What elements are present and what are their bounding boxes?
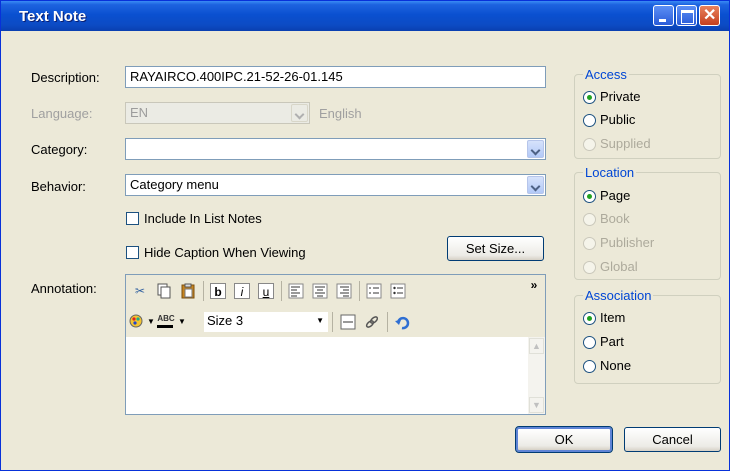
paste-icon[interactable] bbox=[180, 283, 196, 299]
text-note-dialog: Text Note ✕ Description: RAYAIRCO.400IPC… bbox=[0, 0, 730, 471]
minimize-button[interactable] bbox=[653, 5, 674, 26]
highlight-color-bar bbox=[157, 325, 173, 328]
scroll-down-icon[interactable]: ▼ bbox=[529, 397, 544, 413]
undo-icon[interactable] bbox=[394, 314, 410, 330]
annotation-scrollbar[interactable]: ▲ ▼ bbox=[528, 337, 545, 414]
category-select[interactable] bbox=[125, 138, 546, 160]
language-dropdown-button[interactable] bbox=[291, 104, 308, 122]
italic-icon[interactable]: i bbox=[234, 283, 250, 299]
radio-selected-icon[interactable] bbox=[583, 312, 596, 325]
horizontal-rule-icon[interactable] bbox=[340, 314, 356, 330]
behavior-dropdown-button[interactable] bbox=[527, 176, 544, 194]
text-color-icon[interactable] bbox=[128, 313, 144, 329]
set-size-button[interactable]: Set Size... bbox=[447, 236, 544, 261]
toolbar-separator bbox=[359, 281, 360, 301]
chevron-down-icon: ▼ bbox=[316, 316, 324, 325]
location-group-title: Location bbox=[583, 165, 637, 180]
location-page-label: Page bbox=[600, 188, 631, 203]
location-global-label: Global bbox=[600, 259, 638, 274]
location-group: Location Page Book Publisher Global bbox=[574, 165, 721, 280]
underline-icon[interactable]: u bbox=[258, 283, 274, 299]
language-label: Language: bbox=[31, 106, 93, 121]
description-label: Description: bbox=[31, 70, 100, 85]
radio-icon[interactable] bbox=[583, 360, 596, 373]
radio-icon[interactable] bbox=[583, 336, 596, 349]
behavior-value: Category menu bbox=[130, 177, 219, 192]
behavior-label: Behavior: bbox=[31, 179, 86, 194]
numbered-list-icon[interactable] bbox=[366, 283, 382, 299]
category-label: Category: bbox=[31, 142, 88, 157]
maximize-button[interactable] bbox=[676, 5, 697, 26]
access-group-title: Access bbox=[583, 67, 629, 82]
location-publisher-label: Publisher bbox=[600, 235, 655, 250]
hide-caption-label: Hide Caption When Viewing bbox=[144, 245, 306, 260]
description-input[interactable]: RAYAIRCO.400IPC.21-52-26-01.145 bbox=[125, 66, 546, 88]
bullet-list-icon[interactable] bbox=[390, 283, 406, 299]
editor-toolbar-2: ▼ ABC ▼ Size 3 ▼ bbox=[126, 306, 545, 337]
access-supplied-label: Supplied bbox=[600, 136, 651, 151]
association-none-label: None bbox=[600, 358, 632, 373]
category-dropdown-button[interactable] bbox=[527, 140, 544, 158]
radio-icon bbox=[583, 237, 596, 250]
link-icon[interactable] bbox=[364, 314, 380, 330]
radio-selected-icon[interactable] bbox=[583, 190, 596, 203]
language-name: English bbox=[319, 106, 362, 121]
association-item-label: Item bbox=[600, 310, 626, 325]
radio-icon bbox=[583, 138, 596, 151]
association-group-title: Association bbox=[583, 288, 654, 303]
annotation-text-area[interactable] bbox=[126, 337, 528, 414]
association-group: Association Item Part None bbox=[574, 288, 721, 384]
toolbar-separator bbox=[203, 281, 204, 301]
window-title: Text Note bbox=[19, 8, 87, 25]
association-part-label: Part bbox=[600, 334, 624, 349]
chevron-down-icon[interactable]: ▼ bbox=[174, 314, 190, 330]
radio-icon bbox=[583, 261, 596, 274]
radio-icon[interactable] bbox=[583, 114, 596, 127]
include-in-list-notes-checkbox[interactable] bbox=[126, 212, 139, 225]
language-select[interactable]: EN bbox=[125, 102, 310, 124]
radio-selected-icon[interactable] bbox=[583, 91, 596, 104]
close-icon: ✕ bbox=[703, 7, 717, 24]
toolbar-separator bbox=[387, 312, 388, 332]
ok-button[interactable]: OK bbox=[515, 426, 613, 453]
radio-icon bbox=[583, 213, 596, 226]
include-in-list-notes-label: Include In List Notes bbox=[144, 211, 262, 226]
align-right-icon[interactable] bbox=[336, 283, 352, 299]
behavior-select[interactable]: Category menu bbox=[125, 174, 546, 196]
language-value: EN bbox=[130, 105, 149, 120]
close-button[interactable]: ✕ bbox=[699, 5, 720, 26]
title-bar[interactable]: Text Note ✕ bbox=[1, 1, 729, 31]
toolbar-overflow-icon[interactable]: » bbox=[526, 277, 542, 293]
toolbar-separator bbox=[281, 281, 282, 301]
align-left-icon[interactable] bbox=[288, 283, 304, 299]
bold-icon[interactable]: b bbox=[210, 283, 226, 299]
hide-caption-checkbox[interactable] bbox=[126, 246, 139, 259]
annotation-label: Annotation: bbox=[31, 281, 97, 296]
toolbar-separator bbox=[332, 312, 333, 332]
access-group: Access Private Public Supplied bbox=[574, 67, 721, 159]
editor-toolbar-1: ✂ b i u » bbox=[126, 275, 545, 306]
annotation-editor: ✂ b i u » ▼ ABC ▼ Size 3 ▼ ▲ ▼ bbox=[125, 274, 546, 415]
align-center-icon[interactable] bbox=[312, 283, 328, 299]
cut-icon[interactable]: ✂ bbox=[132, 283, 148, 299]
location-book-label: Book bbox=[600, 211, 630, 226]
cancel-button[interactable]: Cancel bbox=[624, 427, 721, 452]
access-private-label: Private bbox=[600, 89, 641, 104]
copy-icon[interactable] bbox=[156, 283, 172, 299]
font-size-value: Size 3 bbox=[207, 313, 244, 328]
access-public-label: Public bbox=[600, 112, 636, 127]
font-size-select[interactable]: Size 3 ▼ bbox=[204, 312, 328, 332]
scroll-up-icon[interactable]: ▲ bbox=[529, 338, 544, 354]
